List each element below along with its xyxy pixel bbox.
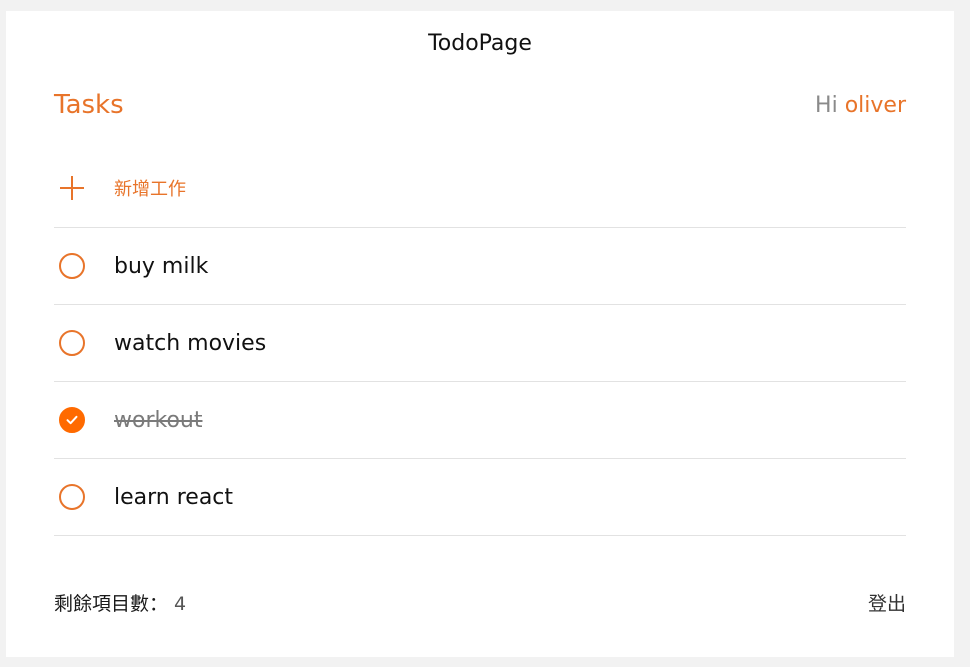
task-item-0: buy milk xyxy=(54,228,906,305)
task-text: learn react xyxy=(114,484,234,510)
task-checkbox[interactable] xyxy=(59,253,85,279)
task-checkbox[interactable] xyxy=(59,330,85,356)
remaining-counter: 剩餘項目數： 4 xyxy=(54,589,186,616)
plus-icon xyxy=(54,170,90,206)
logout-button[interactable]: 登出 xyxy=(868,589,906,616)
task-checkbox[interactable] xyxy=(59,484,85,510)
add-task-button[interactable]: 新增工作 xyxy=(54,148,906,228)
add-task-label: 新增工作 xyxy=(114,178,186,200)
task-text: workout xyxy=(114,407,203,433)
header: Tasks Hi oliver xyxy=(54,85,906,125)
page-title: TodoPage xyxy=(428,31,532,56)
remaining-count: 4 xyxy=(174,593,187,615)
checkmark-icon xyxy=(66,415,78,425)
task-list: 新增工作 buy milk watch movies workout learn… xyxy=(54,148,906,536)
user-greeting: Hi oliver xyxy=(815,93,906,118)
username: oliver xyxy=(844,92,906,118)
task-item-3: learn react xyxy=(54,459,906,536)
task-item-2: workout xyxy=(54,382,906,459)
task-text: watch movies xyxy=(114,330,267,356)
remaining-label: 剩餘項目數： xyxy=(54,593,169,615)
footer: 剩餘項目數： 4 登出 xyxy=(54,589,906,616)
todo-card: TodoPage Tasks Hi oliver 新增工作 buy milk w… xyxy=(6,11,954,657)
task-text: buy milk xyxy=(114,253,209,279)
tasks-heading: Tasks xyxy=(54,90,124,120)
task-item-1: watch movies xyxy=(54,305,906,382)
greeting-prefix: Hi xyxy=(815,92,845,118)
task-checkbox-checked[interactable] xyxy=(59,407,85,433)
